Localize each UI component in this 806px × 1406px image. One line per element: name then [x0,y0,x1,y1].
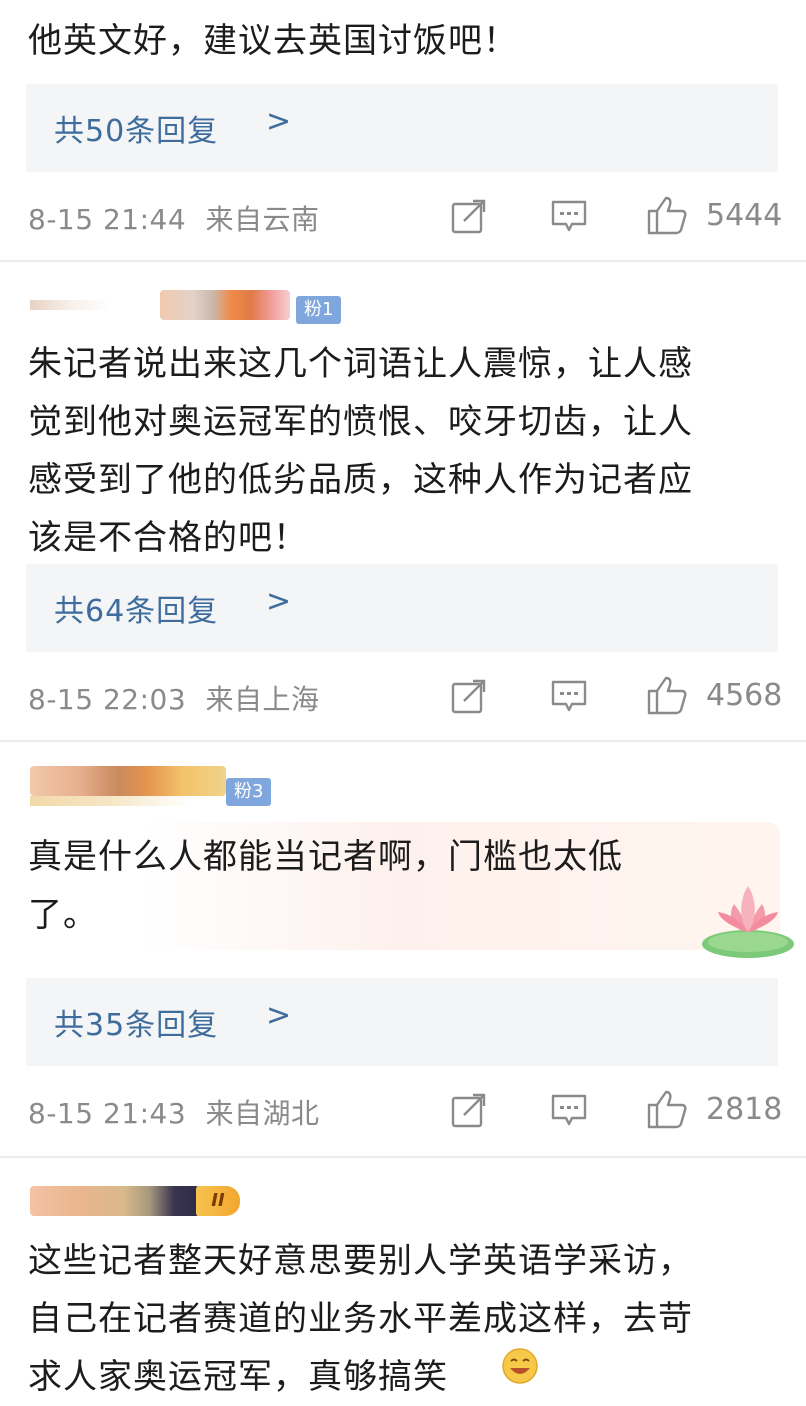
comment-text: 这些记者整天好意思要别人学英语学采访， 自己在记者赛道的业务水平差成这样，去苛 … [28,1241,693,1397]
chevron-right-icon: > [266,104,292,139]
fan-badge: 粉1 [296,296,342,324]
like-icon[interactable] [646,194,688,236]
share-icon[interactable] [450,1091,488,1129]
like-icon[interactable] [646,674,688,716]
timestamp: 8-15 21:43 [28,1097,187,1130]
share-icon[interactable] [450,197,488,235]
comment-text: 朱记者说出来这几个词语让人震惊，让人感 觉到他对奥运冠军的愤恨、咬牙切齿，让人 … [28,344,693,558]
username-blurred [160,290,290,320]
replies-count: 共35条回复 [54,1008,219,1043]
replies-count: 共50条回复 [54,114,219,149]
replies-button[interactable]: 共50条回复 > [26,84,778,172]
like-icon[interactable] [646,1088,688,1130]
replies-count: 共64条回复 [54,594,219,629]
timestamp: 8-15 22:03 [28,683,187,716]
share-icon[interactable] [450,677,488,715]
divider [0,1156,806,1158]
username-blurred [30,796,190,806]
laugh-emoji-icon [502,1348,538,1384]
comment-icon[interactable] [550,1092,588,1128]
divider [0,740,806,742]
level-badge: II [196,1186,240,1216]
timestamp: 8-15 21:44 [28,203,187,236]
comment-icon[interactable] [550,198,588,234]
like-count: 2818 [706,1092,783,1127]
username-blurred [30,766,226,796]
comment-meta: 8-15 21:43 来自湖北 [28,1092,320,1132]
divider [0,260,806,262]
username-blurred [30,1186,200,1216]
comment-icon[interactable] [550,678,588,714]
location: 来自湖北 [205,1097,320,1130]
like-count: 5444 [706,198,783,233]
replies-button[interactable]: 共64条回复 > [26,564,778,652]
comment-meta: 8-15 22:03 来自上海 [28,678,320,718]
replies-button[interactable]: 共35条回复 > [26,978,778,1066]
chevron-right-icon: > [266,998,292,1033]
chevron-right-icon: > [266,584,292,619]
location: 来自上海 [205,683,320,716]
username-blurred [30,300,110,310]
lotus-icon [702,886,794,958]
comment-text: 他英文好，建议去英国讨饭吧！ [28,21,518,61]
comment-text: 真是什么人都能当记者啊，门槛也太低 了。 [28,837,623,935]
comment-meta: 8-15 21:44 来自云南 [28,198,320,238]
location: 来自云南 [205,203,320,236]
fan-badge: 粉3 [226,778,272,806]
like-count: 4568 [706,678,783,713]
